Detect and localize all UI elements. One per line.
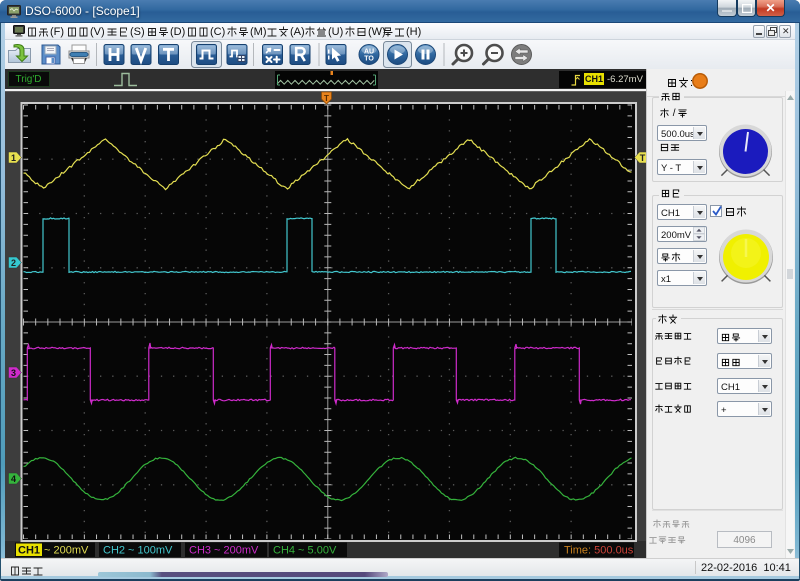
svg-text:CH2 ~ 100mV: CH2 ~ 100mV — [103, 545, 173, 557]
svg-text:4: 4 — [11, 474, 16, 484]
svg-text:T: T — [640, 153, 646, 163]
svg-text:CH1: CH1 — [18, 545, 40, 557]
svg-text:Time: 500.0us: Time: 500.0us — [564, 545, 634, 557]
svg-text:AU: AU — [364, 49, 374, 56]
svg-text:CH3 ~ 200mV: CH3 ~ 200mV — [189, 545, 259, 557]
svg-text:1: 1 — [11, 153, 16, 163]
svg-text:2: 2 — [11, 258, 16, 268]
svg-text:CH4 ~ 5.00V: CH4 ~ 5.00V — [273, 545, 337, 557]
svg-text:TO: TO — [364, 56, 374, 63]
svg-text:T: T — [324, 94, 329, 103]
svg-text:~ 200mV: ~ 200mV — [44, 545, 89, 557]
svg-text:3: 3 — [11, 368, 16, 378]
